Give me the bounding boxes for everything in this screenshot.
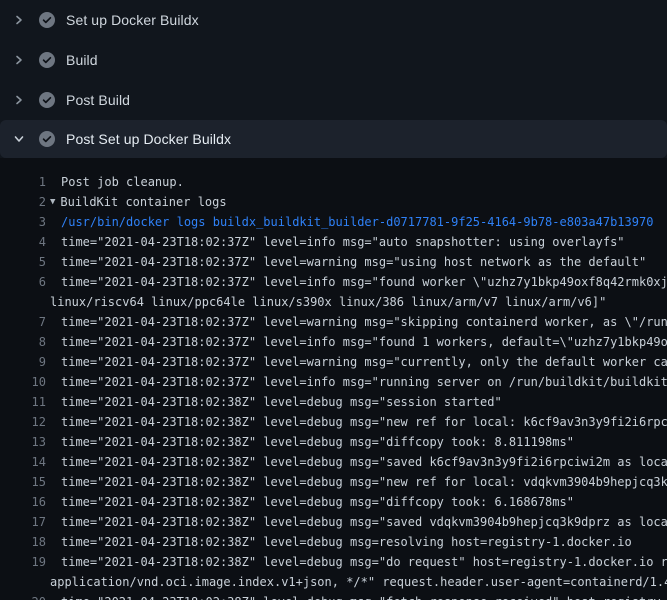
- line-number[interactable]: 8: [0, 332, 46, 352]
- log-line: 6 time="2021-04-23T18:02:37Z" level=info …: [0, 272, 667, 292]
- log-line: 10 time="2021-04-23T18:02:37Z" level=info…: [0, 372, 667, 392]
- log-text: time="2021-04-23T18:02:38Z" level=debug …: [61, 392, 502, 412]
- line-number[interactable]: 13: [0, 432, 46, 452]
- log-line: application/vnd.oci.image.index.v1+json,…: [0, 572, 667, 592]
- log-line: 1 Post job cleanup.: [0, 172, 667, 192]
- line-number[interactable]: 1: [0, 172, 46, 192]
- log-line: 13 time="2021-04-23T18:02:38Z" level=debu…: [0, 432, 667, 452]
- line-number[interactable]: 2: [0, 192, 46, 212]
- step-header[interactable]: Build: [0, 40, 667, 80]
- step-header[interactable]: Post Build: [0, 80, 667, 120]
- check-circle-icon: [39, 131, 55, 147]
- steps-list: Set up Docker Buildx Build Post Build Post …: [0, 0, 667, 158]
- log-line: 18 time="2021-04-23T18:02:38Z" level=debu…: [0, 532, 667, 552]
- line-number[interactable]: 18: [0, 532, 46, 552]
- step-header[interactable]: Set up Docker Buildx: [0, 0, 667, 40]
- step-label: Set up Docker Buildx: [66, 12, 199, 28]
- line-number[interactable]: 5: [0, 252, 46, 272]
- log-line: 17 time="2021-04-23T18:02:38Z" level=debu…: [0, 512, 667, 532]
- line-number: [0, 292, 46, 312]
- actions-log-viewer: Set up Docker Buildx Build Post Build Post …: [0, 0, 667, 600]
- log-text: time="2021-04-23T18:02:37Z" level=warnin…: [61, 312, 667, 332]
- log-text: Post job cleanup.: [61, 172, 184, 192]
- log-text: time="2021-04-23T18:02:38Z" level=debug …: [61, 592, 667, 600]
- log-text: time="2021-04-23T18:02:38Z" level=debug …: [61, 452, 667, 472]
- log-text: time="2021-04-23T18:02:37Z" level=info m…: [61, 272, 667, 292]
- step-label: Build: [66, 52, 98, 68]
- log-text: time="2021-04-23T18:02:38Z" level=debug …: [61, 432, 574, 452]
- log-line: 19 time="2021-04-23T18:02:38Z" level=debu…: [0, 552, 667, 572]
- log-line: 8 time="2021-04-23T18:02:37Z" level=info …: [0, 332, 667, 352]
- line-number[interactable]: 16: [0, 492, 46, 512]
- step-label: Post Set up Docker Buildx: [66, 131, 231, 147]
- line-number[interactable]: 3: [0, 212, 46, 232]
- step-header-expanded[interactable]: Post Set up Docker Buildx: [0, 120, 667, 158]
- line-number[interactable]: 7: [0, 312, 46, 332]
- log-group-toggle-icon[interactable]: ▼: [50, 192, 55, 212]
- log-text: time="2021-04-23T18:02:38Z" level=debug …: [61, 412, 667, 432]
- log-line: 7 time="2021-04-23T18:02:37Z" level=warni…: [0, 312, 667, 332]
- log-line: 12 time="2021-04-23T18:02:38Z" level=debu…: [0, 412, 667, 432]
- check-circle-icon: [39, 52, 55, 68]
- line-number[interactable]: 12: [0, 412, 46, 432]
- log-line: 4 time="2021-04-23T18:02:37Z" level=info …: [0, 232, 667, 252]
- line-number[interactable]: 11: [0, 392, 46, 412]
- line-number[interactable]: 14: [0, 452, 46, 472]
- line-number[interactable]: 9: [0, 352, 46, 372]
- line-number[interactable]: 10: [0, 372, 46, 392]
- log-area: 1Post job cleanup.2▼BuildKit container l…: [0, 158, 667, 600]
- log-text: time="2021-04-23T18:02:38Z" level=debug …: [61, 472, 667, 492]
- chevron-right-icon[interactable]: [11, 52, 27, 68]
- log-text: time="2021-04-23T18:02:38Z" level=debug …: [61, 492, 574, 512]
- line-number[interactable]: 4: [0, 232, 46, 252]
- log-text: time="2021-04-23T18:02:37Z" level=info m…: [61, 372, 667, 392]
- line-number[interactable]: 20: [0, 592, 46, 600]
- log-text: time="2021-04-23T18:02:38Z" level=debug …: [61, 532, 632, 552]
- log-line: linux/riscv64 linux/ppc64le linux/s390x …: [0, 292, 667, 312]
- log-text: time="2021-04-23T18:02:37Z" level=info m…: [61, 332, 667, 352]
- chevron-down-icon[interactable]: [11, 131, 27, 147]
- log-line: 11 time="2021-04-23T18:02:38Z" level=debu…: [0, 392, 667, 412]
- log-line: 14 time="2021-04-23T18:02:38Z" level=debu…: [0, 452, 667, 472]
- line-number[interactable]: 6: [0, 272, 46, 292]
- log-text: time="2021-04-23T18:02:37Z" level=info m…: [61, 232, 625, 252]
- log-text: time="2021-04-23T18:02:38Z" level=debug …: [61, 512, 667, 532]
- line-number[interactable]: 15: [0, 472, 46, 492]
- log-text: time="2021-04-23T18:02:37Z" level=warnin…: [61, 352, 667, 372]
- log-line: 2▼BuildKit container logs: [0, 192, 667, 212]
- log-text: time="2021-04-23T18:02:37Z" level=warnin…: [61, 252, 646, 272]
- log-text: time="2021-04-23T18:02:38Z" level=debug …: [61, 552, 667, 572]
- check-circle-icon: [39, 92, 55, 108]
- log-text: application/vnd.oci.image.index.v1+json,…: [50, 572, 667, 592]
- line-number[interactable]: 17: [0, 512, 46, 532]
- log-text: BuildKit container logs: [60, 192, 226, 212]
- step-label: Post Build: [66, 92, 130, 108]
- log-line: 16 time="2021-04-23T18:02:38Z" level=debu…: [0, 492, 667, 512]
- log-line: 20 time="2021-04-23T18:02:38Z" level=debu…: [0, 592, 667, 600]
- log-line: 15 time="2021-04-23T18:02:38Z" level=debu…: [0, 472, 667, 492]
- log-line: 5 time="2021-04-23T18:02:37Z" level=warni…: [0, 252, 667, 272]
- line-number[interactable]: 19: [0, 552, 46, 572]
- log-line: 9 time="2021-04-23T18:02:37Z" level=warni…: [0, 352, 667, 372]
- chevron-right-icon[interactable]: [11, 12, 27, 28]
- line-number: [0, 572, 46, 592]
- log-line: 3/usr/bin/docker logs buildx_buildkit_bu…: [0, 212, 667, 232]
- chevron-right-icon[interactable]: [11, 92, 27, 108]
- log-text: linux/riscv64 linux/ppc64le linux/s390x …: [50, 292, 606, 312]
- check-circle-icon: [39, 12, 55, 28]
- log-text: /usr/bin/docker logs buildx_buildkit_bui…: [61, 212, 653, 232]
